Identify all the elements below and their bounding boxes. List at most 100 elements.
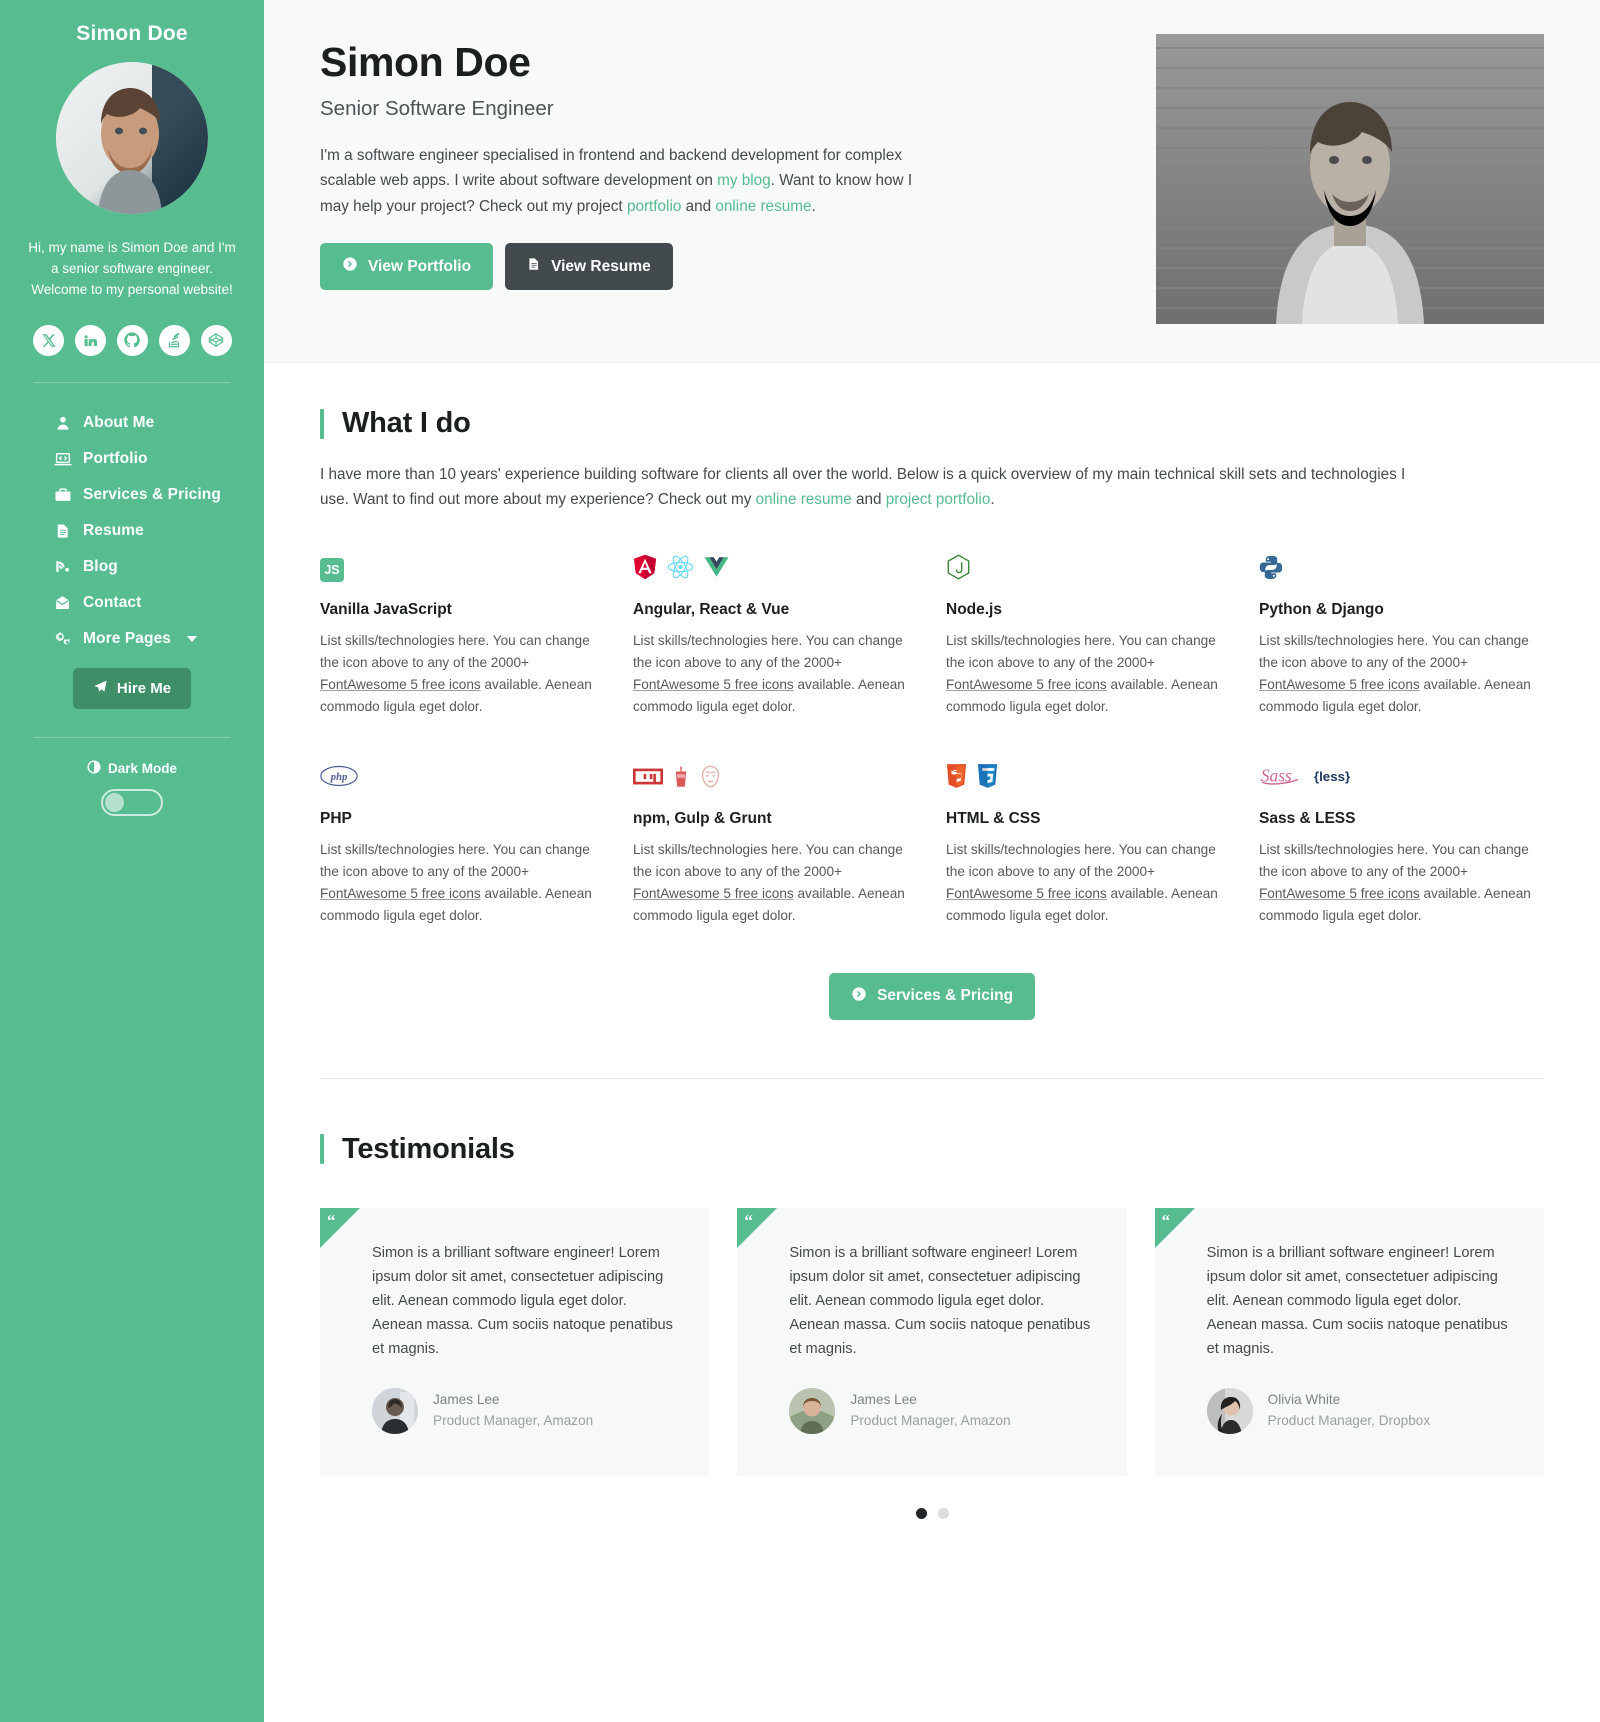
page-title: Simon Doe [320, 39, 531, 85]
avatar [372, 1387, 418, 1434]
testimonials-heading: Testimonials [320, 1133, 1544, 1166]
cogs-icon [53, 630, 72, 648]
codepen-icon[interactable] [200, 324, 232, 356]
skill-card: npm, Gulp & Grunt List skills/technologi… [633, 762, 918, 927]
hire-button-wrap: Hire Me [0, 667, 264, 709]
svg-text:{less}: {less} [1314, 769, 1350, 784]
corner-accent [1154, 1207, 1195, 1248]
testimonials-section: Testimonials “ Simon is a brilliant soft… [264, 1079, 1600, 1559]
testimonial-quote: Simon is a brilliant software engineer! … [1206, 1244, 1508, 1357]
sidebar-item-portfolio[interactable]: Portfolio [0, 441, 264, 477]
testimonial-name: James Lee [433, 1392, 500, 1408]
skill-description: List skills/technologies here. You can c… [320, 839, 605, 927]
skill-card: Sass {less} Sass & LESS List skills/tech… [1259, 762, 1544, 927]
testimonial-author: James Lee Product Manager, Amazon [789, 1387, 1092, 1434]
skill-description: List skills/technologies here. You can c… [633, 839, 918, 927]
fontawesome-link[interactable]: FontAwesome 5 free icons [320, 677, 481, 692]
corner-accent [737, 1207, 778, 1248]
sidebar-item-contact[interactable]: Contact [0, 585, 264, 621]
hero-paragraph: I'm a software engineer specialised in f… [320, 143, 945, 219]
blog-link[interactable]: my blog [717, 172, 771, 189]
skill-card: Node.js List skills/technologies here. Y… [946, 553, 1231, 718]
sidebar-item-services-pricing[interactable]: Services & Pricing [0, 477, 264, 513]
user-icon [53, 415, 72, 431]
carousel-dot-2[interactable] [937, 1507, 949, 1519]
avatar-image [372, 1387, 418, 1434]
testimonial-author-text: Olivia White Product Manager, Dropbox [1268, 1390, 1430, 1431]
fontawesome-link[interactable]: FontAwesome 5 free icons [1259, 677, 1420, 692]
avatar [1206, 1387, 1253, 1434]
sidebar-item-label: Portfolio [83, 449, 148, 467]
linkedin-icon[interactable] [74, 324, 106, 356]
testimonial-role: Product Manager, Amazon [433, 1412, 594, 1428]
fontawesome-link[interactable]: FontAwesome 5 free icons [946, 886, 1107, 901]
hero-photo [1156, 34, 1544, 324]
wid-para-3: . [990, 491, 995, 509]
testimonial-role: Product Manager, Amazon [850, 1412, 1011, 1428]
skill-card: php PHP List skills/technologies here. Y… [320, 762, 605, 927]
sidebar-item-blog[interactable]: Blog [0, 549, 264, 585]
skill-name: Angular, React & Vue [633, 600, 790, 618]
page-root: Simon Doe Hi, my name is Simon Doe and I… [0, 0, 1600, 1722]
testimonial-author: James Lee Product Manager, Amazon [372, 1387, 675, 1434]
sidebar-item-resume[interactable]: Resume [0, 513, 264, 549]
hire-me-label: Hire Me [116, 679, 172, 697]
css3-icon [977, 764, 998, 793]
fontawesome-link[interactable]: FontAwesome 5 free icons [946, 677, 1107, 692]
github-icon[interactable] [116, 324, 148, 356]
skill-icons: Sass {less} [1259, 762, 1544, 796]
desc-a: List skills/technologies here. You can c… [633, 632, 903, 670]
skill-icons [633, 553, 918, 587]
quote-icon: “ [1161, 1210, 1171, 1230]
sidebar-item-label: More Pages [83, 629, 172, 647]
fontawesome-link[interactable]: FontAwesome 5 free icons [320, 886, 481, 901]
hero-subtitle: Senior Software Engineer [320, 97, 554, 121]
hire-me-button[interactable]: Hire Me [72, 667, 192, 709]
avatar-image [789, 1387, 836, 1434]
toggle-knob [105, 792, 124, 812]
fontawesome-link[interactable]: FontAwesome 5 free icons [1259, 886, 1420, 901]
fontawesome-link[interactable]: FontAwesome 5 free icons [633, 886, 794, 901]
stack-overflow-icon[interactable] [158, 324, 190, 356]
avatar-image [1206, 1387, 1253, 1434]
fontawesome-link[interactable]: FontAwesome 5 free icons [633, 677, 794, 692]
arrow-circle-right-icon [851, 986, 867, 1007]
view-resume-label: View Resume [551, 257, 651, 275]
skill-name: Vanilla JavaScript [320, 600, 452, 618]
heading-accent-bar [320, 408, 324, 439]
svg-text:php: php [330, 771, 348, 783]
portfolio-link[interactable]: portfolio [627, 198, 681, 215]
skill-description: List skills/technologies here. You can c… [1259, 630, 1544, 718]
vue-icon [704, 555, 729, 584]
view-resume-button[interactable]: View Resume [505, 243, 673, 291]
services-pricing-button[interactable]: Services & Pricing [828, 972, 1036, 1020]
hero-buttons: View Portfolio View Resume [320, 243, 1116, 291]
dark-mode-toggle[interactable] [101, 788, 163, 816]
desc-a: List skills/technologies here. You can c… [320, 632, 590, 670]
sidebar-divider-bottom [34, 736, 230, 738]
twitter-x-icon[interactable] [32, 324, 64, 356]
sidebar-tagline: Hi, my name is Simon Doe and I'm a senio… [28, 240, 236, 297]
testimonial-card: “ Simon is a brilliant software engineer… [737, 1207, 1127, 1476]
carousel-dot-1[interactable] [915, 1507, 927, 1519]
skill-description: List skills/technologies here. You can c… [633, 630, 918, 718]
skill-name: Python & Django [1259, 600, 1384, 618]
hero-para-3: and [681, 197, 716, 215]
laptop-code-icon [53, 450, 72, 468]
project-portfolio-link[interactable]: project portfolio [886, 491, 991, 508]
skill-name: HTML & CSS [946, 809, 1041, 827]
sidebar-item-label: Resume [83, 521, 144, 539]
online-resume-link[interactable]: online resume [715, 198, 811, 215]
view-portfolio-button[interactable]: View Portfolio [320, 243, 494, 291]
desc-a: List skills/technologies here. You can c… [633, 841, 903, 879]
sidebar-item-about-me[interactable]: About Me [0, 405, 264, 441]
online-resume-link[interactable]: online resume [756, 491, 852, 508]
avatar [789, 1387, 836, 1434]
testimonial-card: “ Simon is a brilliant software engineer… [1154, 1207, 1544, 1476]
desc-a: List skills/technologies here. You can c… [1259, 841, 1529, 879]
paper-plane-icon [93, 679, 108, 698]
skill-card: Python & Django List skills/technologies… [1259, 553, 1544, 718]
avatar [56, 62, 208, 214]
sidebar-item-label: Contact [83, 593, 142, 611]
sidebar-item-more-pages[interactable]: More Pages [0, 621, 264, 657]
